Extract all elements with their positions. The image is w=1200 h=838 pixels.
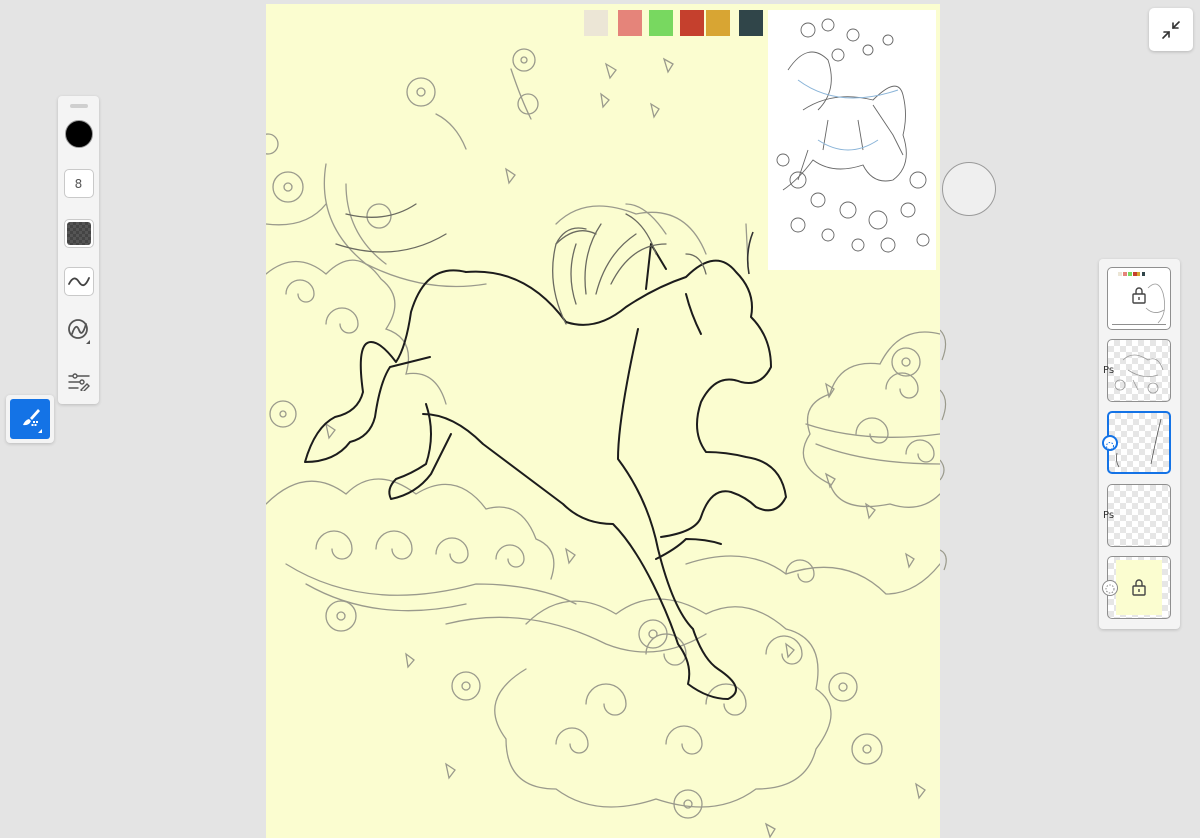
layer-visibility-toggle[interactable] xyxy=(1102,580,1118,596)
current-color-swatch xyxy=(64,119,93,148)
brush-picker-button[interactable] xyxy=(63,314,94,345)
sketch-layer-thumbnail xyxy=(1114,354,1164,394)
hidden-dots-icon xyxy=(1106,442,1114,450)
ps-badge: Ps xyxy=(1103,365,1115,376)
brush-settings-icon xyxy=(68,319,90,344)
exit-fullscreen-button[interactable] xyxy=(1149,8,1193,51)
swatch-cream[interactable] xyxy=(584,10,608,36)
brush-tool-button[interactable] xyxy=(10,399,50,439)
opacity-preview xyxy=(66,222,91,245)
brush-size-value: 8 xyxy=(63,169,94,198)
swatch-gold[interactable] xyxy=(706,10,730,36)
horse-ink xyxy=(304,243,787,700)
active-tool-panel xyxy=(6,395,54,443)
paint-layer[interactable] xyxy=(1107,484,1171,547)
layer-divider xyxy=(1112,324,1166,325)
drawing-canvas[interactable] xyxy=(266,4,940,838)
tool-settings-button[interactable] xyxy=(63,366,94,397)
tool-options-bar: 8 xyxy=(58,96,99,404)
touch-shortcut-button[interactable] xyxy=(942,162,996,216)
layer-visibility-toggle[interactable] xyxy=(1102,435,1118,451)
sketch-layer[interactable] xyxy=(1107,339,1171,402)
sliders-icon xyxy=(67,372,90,391)
hidden-dots-icon xyxy=(1105,584,1115,594)
ink-layer-thumbnail xyxy=(1115,418,1162,468)
layer-divider xyxy=(1112,329,1166,330)
canvas-overflow-strokes xyxy=(940,329,947,571)
layers-panel: Ps Ps xyxy=(1099,259,1180,629)
reference-layer[interactable] xyxy=(1107,267,1171,330)
swatch-green[interactable] xyxy=(649,10,673,36)
stroke-smoothing-button[interactable] xyxy=(63,266,94,297)
swatch-slate[interactable] xyxy=(739,10,763,36)
brush-tool-icon xyxy=(23,409,42,433)
brush-opacity-button[interactable] xyxy=(63,218,94,249)
cloud-sketch xyxy=(266,203,940,808)
lock-icon xyxy=(1132,579,1146,596)
swatch-salmon[interactable] xyxy=(618,10,642,36)
mane-sketch xyxy=(335,203,707,325)
collapse-icon xyxy=(1162,20,1180,39)
reference-image xyxy=(768,10,936,270)
brush-size-button[interactable]: 8 xyxy=(63,168,94,199)
swatch-red[interactable] xyxy=(680,10,704,36)
lock-icon xyxy=(1132,287,1146,304)
ps-badge: Ps xyxy=(1103,510,1115,521)
brush-color-button[interactable] xyxy=(63,118,94,149)
wave-icon xyxy=(67,276,90,286)
drag-handle[interactable] xyxy=(70,104,88,108)
reference-horse-thumbnail xyxy=(776,18,930,253)
